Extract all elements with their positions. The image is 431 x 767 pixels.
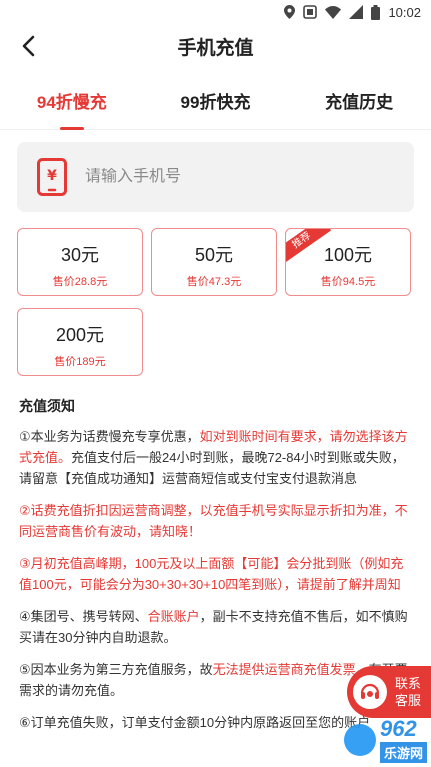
phone-yuan-icon: ¥: [37, 158, 67, 196]
watermark-icon: [343, 723, 376, 756]
notice-text: ⑥订单充值失败，订单支付金额10分钟内原路返回至您的账户: [19, 715, 371, 730]
card-amount: 200元: [55, 325, 105, 345]
status-time: 10:02: [388, 4, 421, 20]
card-amount: 50元: [194, 245, 234, 265]
signal-icon: [349, 5, 364, 19]
notice-title: 充值须知: [19, 398, 75, 414]
amount-card-50[interactable]: 50元 售价47.3元: [151, 228, 277, 296]
notice-text: ④集团号、携号转网、: [19, 609, 148, 624]
amount-options: 30元 售价28.8元 50元 售价47.3元 推荐 100元 售价94.5元 …: [17, 228, 414, 376]
cs-label-line: 客服: [394, 693, 421, 708]
card-price: 售价47.3元: [186, 276, 242, 288]
title-bar: 手机充值: [0, 24, 431, 68]
notice-item: ②话费充值折扣因运营商调整，以充值手机号实际显示折扣为准，不同运营商售价有波动，…: [19, 500, 412, 542]
notice-item: ①本业务为话费慢充专享优惠，如对到账时间有要求，请勿选择该方式充值。充值支付后一…: [19, 426, 412, 489]
phone-number-input[interactable]: [85, 168, 365, 186]
amount-card-100[interactable]: 推荐 100元 售价94.5元: [285, 228, 411, 296]
tab-label: 94折慢充: [36, 93, 107, 112]
battery-icon: [371, 4, 381, 20]
page-title: 手机充值: [177, 37, 254, 59]
cs-label-line: 联系: [394, 676, 421, 691]
svg-text:¥: ¥: [47, 168, 57, 184]
phone-input-box: ¥: [17, 142, 414, 212]
card-price: 售价28.8元: [52, 276, 108, 288]
tab-fast-recharge[interactable]: 99折快充: [144, 68, 288, 130]
wifi-icon: [325, 5, 342, 19]
headset-icon: [353, 675, 387, 709]
customer-service-label: 联系 客服: [393, 675, 423, 709]
tab-label: 99折快充: [180, 93, 251, 112]
notice-text: ①本业务为话费慢充专享优惠，: [19, 429, 200, 444]
card-price: 售价94.5元: [320, 276, 376, 288]
location-icon: [284, 5, 296, 19]
notice-text-highlight: ②话费充值折扣因运营商调整，以充值手机号实际显示折扣为准，不同运营商售价有波动，…: [19, 503, 408, 539]
notice-text: 充值支付后一般24小时到账，最晚72-84小时到账或失败，请留意【充值成功通知】…: [19, 450, 405, 486]
tab-bar: 94折慢充 99折快充 充值历史: [0, 68, 431, 130]
notice-text-highlight: 无法提供运营商充值发票: [212, 662, 356, 677]
notice-text-highlight: ③月初充值高峰期，100元及以上面额【可能】会分批到账（例如充值100元，可能会…: [19, 556, 404, 592]
amount-card-200[interactable]: 200元 售价189元: [17, 308, 143, 376]
notice-text-highlight: 合账账户: [147, 609, 200, 624]
notice-item: ③月初充值高峰期，100元及以上面额【可能】会分批到账（例如充值100元，可能会…: [19, 553, 412, 595]
tab-recharge-history[interactable]: 充值历史: [287, 68, 431, 130]
tab-label: 充值历史: [325, 93, 394, 112]
back-button[interactable]: [14, 32, 42, 60]
card-amount: 30元: [60, 245, 100, 265]
watermark-text: 962: [379, 716, 417, 741]
watermark-sub: 乐游网: [379, 742, 427, 763]
back-arrow-icon: [22, 35, 35, 57]
customer-service-button[interactable]: 联系 客服: [347, 666, 431, 718]
notification-icon: [303, 5, 318, 19]
amount-card-30[interactable]: 30元 售价28.8元: [17, 228, 143, 296]
card-price: 售价189元: [54, 356, 106, 368]
notice-text: ⑤因本业务为第三方充值服务，故: [19, 662, 213, 677]
tab-active-indicator: [59, 127, 84, 130]
notice-item: ④集团号、携号转网、合账账户，副卡不支持充值不售后，如不慎购买请在30分钟内自助…: [19, 606, 412, 648]
watermark-logo: 962 乐游网: [343, 716, 427, 763]
tab-slow-recharge[interactable]: 94折慢充: [0, 68, 144, 130]
status-bar: 10:02: [0, 0, 431, 24]
